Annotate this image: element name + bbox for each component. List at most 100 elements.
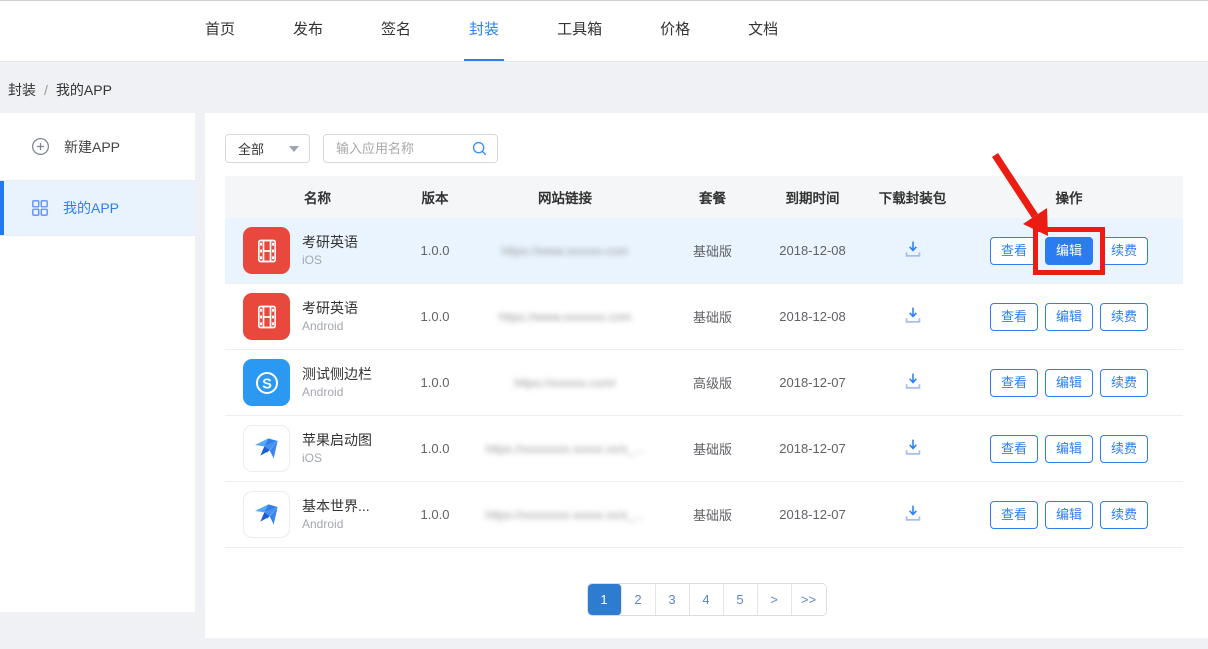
app-platform: Android <box>302 385 372 401</box>
breadcrumb-parent[interactable]: 封装 <box>8 82 36 98</box>
film-icon <box>243 293 290 340</box>
view-button[interactable]: 查看 <box>990 501 1038 529</box>
view-button[interactable]: 查看 <box>990 237 1038 265</box>
next-page-button[interactable]: > <box>758 584 792 615</box>
nav-signature[interactable]: 签名 <box>352 1 440 61</box>
renew-button[interactable]: 续费 <box>1100 501 1148 529</box>
top-navigation: 首页 发布 签名 封装 工具箱 价格 文档 <box>0 0 1208 62</box>
grid-icon <box>31 199 49 217</box>
nav-publish[interactable]: 发布 <box>264 1 352 61</box>
renew-button[interactable]: 续费 <box>1100 303 1148 331</box>
category-select[interactable]: 全部 <box>225 134 310 163</box>
s-circle-icon: S <box>243 359 290 406</box>
view-button[interactable]: 查看 <box>990 303 1038 331</box>
category-select-value: 全部 <box>238 139 264 158</box>
view-button[interactable]: 查看 <box>990 369 1038 397</box>
plus-circle-icon <box>31 137 50 156</box>
app-url-blurred: https://www.xxxxxx.com <box>463 244 668 258</box>
table-row: 考研英语iOS 1.0.0 https://www.xxxxxx.com 基础版… <box>225 218 1183 284</box>
app-plan: 基础版 <box>670 241 755 260</box>
chevron-down-icon <box>289 146 299 152</box>
origami-icon <box>243 491 290 538</box>
app-platform: Android <box>302 517 370 533</box>
breadcrumb-separator: / <box>44 82 48 98</box>
origami-icon <box>243 425 290 472</box>
app-version: 1.0.0 <box>410 375 460 390</box>
renew-button[interactable]: 续费 <box>1100 435 1148 463</box>
nav-toolbox[interactable]: 工具箱 <box>528 1 631 61</box>
view-button[interactable]: 查看 <box>990 435 1038 463</box>
col-actions: 操作 <box>955 187 1183 207</box>
app-plan: 基础版 <box>670 307 755 326</box>
col-plan: 套餐 <box>670 187 755 207</box>
edit-button[interactable]: 编辑 <box>1045 237 1093 265</box>
edit-button[interactable]: 编辑 <box>1045 303 1093 331</box>
app-expiry: 2018-12-07 <box>755 441 870 456</box>
table-row: 基本世界...Android 1.0.0 https://xxxxxxxx.xx… <box>225 482 1183 548</box>
app-expiry: 2018-12-08 <box>755 243 870 258</box>
col-download: 下载封装包 <box>870 187 955 207</box>
app-platform: Android <box>302 319 358 335</box>
download-icon[interactable] <box>902 304 924 326</box>
download-icon[interactable] <box>902 370 924 392</box>
app-table: 名称 版本 网站链接 套餐 到期时间 下载封装包 操作 考研英语iOS 1.0.… <box>225 176 1183 548</box>
search-icon[interactable] <box>471 140 488 157</box>
nav-package[interactable]: 封装 <box>440 1 528 61</box>
download-icon[interactable] <box>902 502 924 524</box>
col-version: 版本 <box>410 187 460 207</box>
breadcrumb: 封装 / 我的APP <box>8 80 112 100</box>
app-name: 考研英语 <box>302 232 358 253</box>
app-version: 1.0.0 <box>410 441 460 456</box>
table-header: 名称 版本 网站链接 套餐 到期时间 下载封装包 操作 <box>225 176 1183 218</box>
sidebar-item-my-app[interactable]: 我的APP <box>0 181 195 236</box>
breadcrumb-current: 我的APP <box>56 82 112 98</box>
col-expiry: 到期时间 <box>755 187 870 207</box>
app-platform: iOS <box>302 451 372 467</box>
search-box <box>323 134 498 163</box>
renew-button[interactable]: 续费 <box>1100 369 1148 397</box>
nav-home[interactable]: 首页 <box>176 1 264 61</box>
renew-button[interactable]: 续费 <box>1100 237 1148 265</box>
page-5[interactable]: 5 <box>724 584 758 615</box>
page-2[interactable]: 2 <box>622 584 656 615</box>
app-url-blurred: https://xxxxxxxx.xxxxx.xx/x_... <box>463 508 668 522</box>
col-name: 名称 <box>225 187 410 207</box>
sidebar-item-label: 我的APP <box>63 198 119 218</box>
sidebar-item-new-app[interactable]: 新建APP <box>0 113 195 181</box>
last-page-button[interactable]: >> <box>792 584 826 615</box>
app-plan: 基础版 <box>670 505 755 524</box>
app-version: 1.0.0 <box>410 243 460 258</box>
page-1[interactable]: 1 <box>588 584 622 615</box>
sidebar: 新建APP 我的APP <box>0 113 195 612</box>
app-version: 1.0.0 <box>410 507 460 522</box>
nav-price[interactable]: 价格 <box>631 1 719 61</box>
nav-docs[interactable]: 文档 <box>719 1 807 61</box>
app-version: 1.0.0 <box>410 309 460 324</box>
app-url-blurred: https://xxxxxxxx.xxxxx.xx/x_... <box>463 442 668 456</box>
app-plan: 基础版 <box>670 439 755 458</box>
download-icon[interactable] <box>902 436 924 458</box>
download-icon[interactable] <box>902 238 924 260</box>
table-row: S 测试侧边栏Android 1.0.0 https://xxxxxx.com/… <box>225 350 1183 416</box>
film-icon <box>243 227 290 274</box>
edit-button[interactable]: 编辑 <box>1045 435 1093 463</box>
app-url-blurred: https://www.xxxxxxx.com <box>463 310 668 324</box>
page-3[interactable]: 3 <box>656 584 690 615</box>
app-name: 考研英语 <box>302 298 358 319</box>
search-input[interactable] <box>326 141 471 156</box>
page-4[interactable]: 4 <box>690 584 724 615</box>
main-panel: 全部 名称 版本 网站链接 套餐 到期时间 下载封装包 操作 考研英语iOS <box>205 113 1208 638</box>
app-name: 苹果启动图 <box>302 430 372 451</box>
app-platform: iOS <box>302 253 358 269</box>
table-row: 苹果启动图iOS 1.0.0 https://xxxxxxxx.xxxxx.xx… <box>225 416 1183 482</box>
app-plan: 高级版 <box>670 373 755 392</box>
pagination: 1 2 3 4 5 > >> <box>587 583 827 616</box>
app-expiry: 2018-12-07 <box>755 375 870 390</box>
edit-button[interactable]: 编辑 <box>1045 369 1093 397</box>
app-url-blurred: https://xxxxxx.com/ <box>463 376 668 390</box>
filter-bar: 全部 <box>225 134 498 163</box>
edit-button[interactable]: 编辑 <box>1045 501 1093 529</box>
sidebar-item-label: 新建APP <box>64 137 120 157</box>
app-expiry: 2018-12-08 <box>755 309 870 324</box>
table-row: 考研英语Android 1.0.0 https://www.xxxxxxx.co… <box>225 284 1183 350</box>
